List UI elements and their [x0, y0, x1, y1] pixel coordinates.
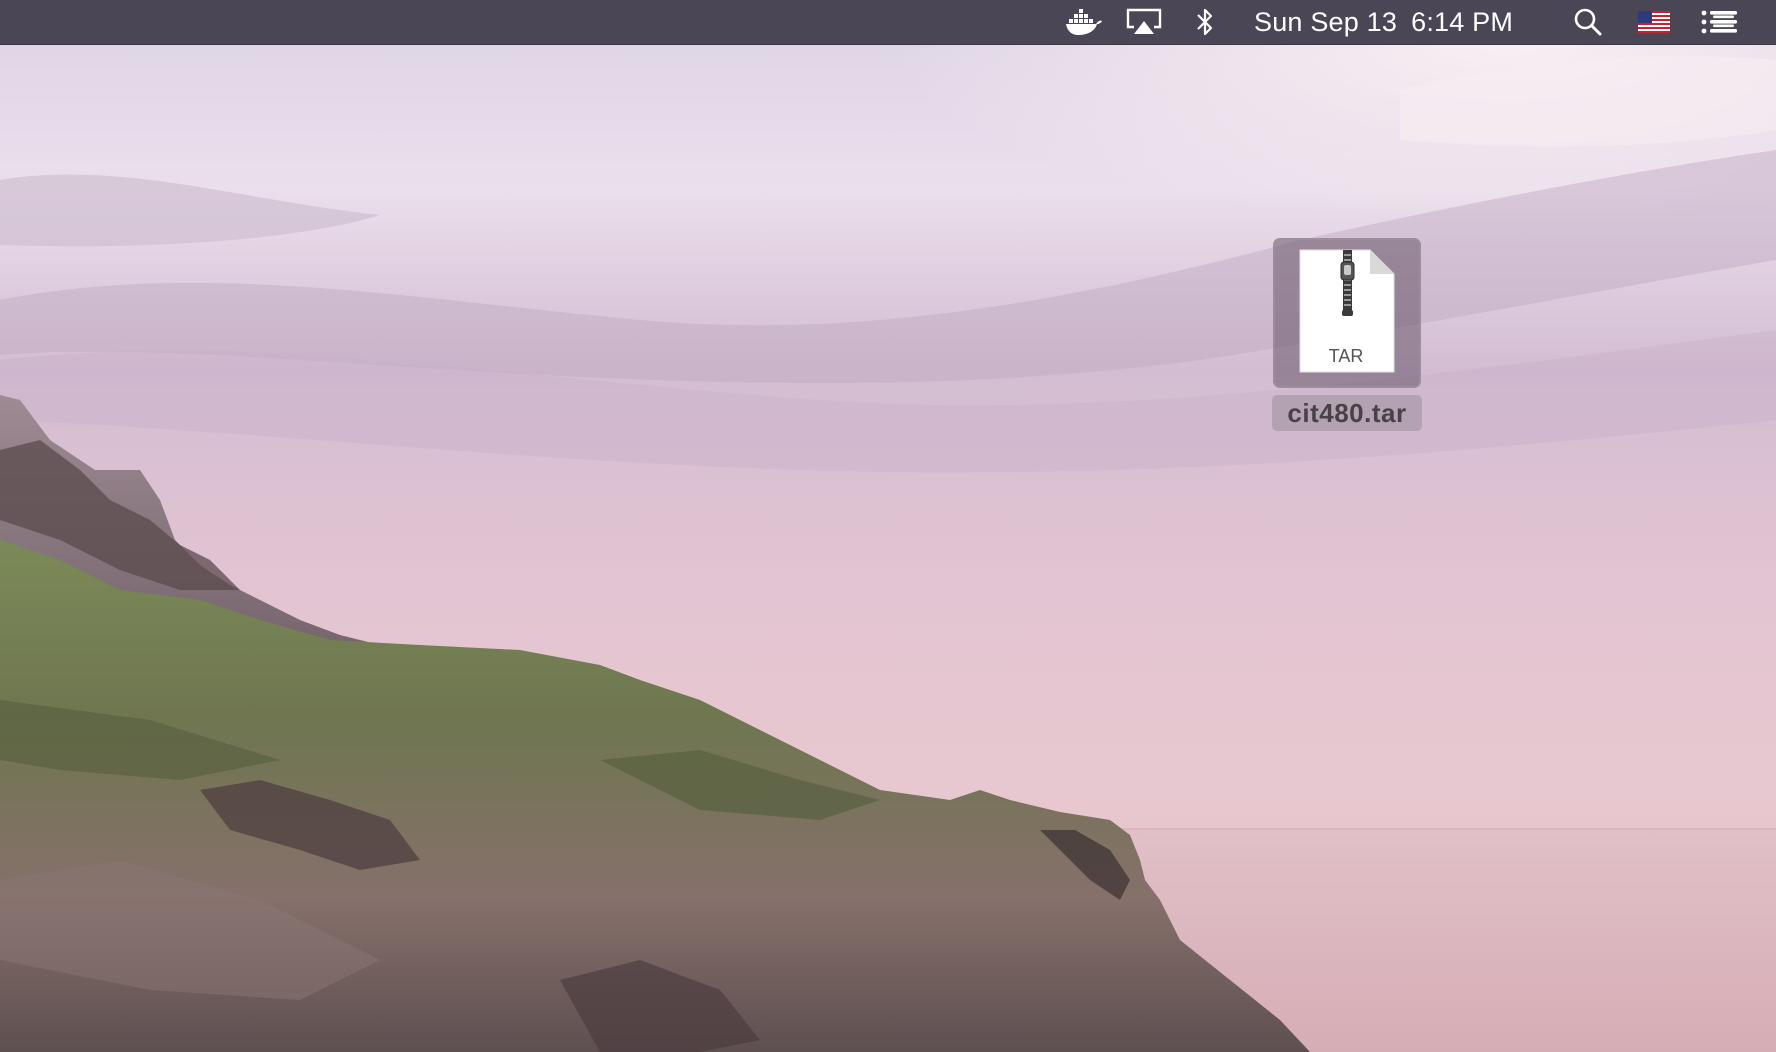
- desktop-wallpaper: [0, 0, 1776, 1052]
- notification-center-icon[interactable]: [1698, 0, 1740, 44]
- clock-time: 6:14 PM: [1411, 6, 1514, 37]
- file-name-label[interactable]: cit480.tar: [1272, 395, 1422, 431]
- airplay-icon[interactable]: [1122, 0, 1166, 44]
- menu-bar: Sun Sep 13 6:14 PM: [0, 0, 1776, 45]
- us-flag-input-icon[interactable]: [1636, 0, 1672, 44]
- file-type-label: TAR: [1328, 346, 1364, 366]
- clock-date: Sun Sep 13: [1254, 6, 1398, 37]
- desktop[interactable]: Sun Sep 13 6:14 PM TAR cit480.tar: [0, 0, 1776, 1052]
- docker-icon[interactable]: [1060, 0, 1108, 44]
- desktop-file-item[interactable]: TAR cit480.tar: [1268, 238, 1428, 434]
- bluetooth-icon[interactable]: [1188, 0, 1222, 44]
- spotlight-search-icon[interactable]: [1570, 0, 1606, 44]
- menubar-clock[interactable]: Sun Sep 13 6:14 PM: [1254, 0, 1513, 44]
